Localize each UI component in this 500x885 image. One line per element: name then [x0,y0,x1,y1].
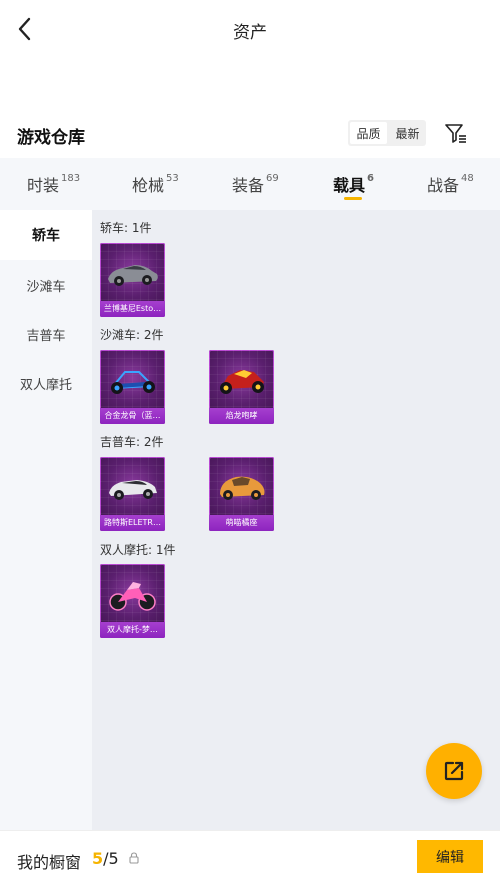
tab-supplies[interactable]: 战备 48 [427,158,474,210]
tab-label: 时装 [27,176,60,195]
sidebar-item-sedan[interactable]: 轿车 [0,210,92,260]
vehicle-list: 轿车: 1件 兰博基尼Esto… 沙滩车: 2件 合金龙骨（蓝… 焰龙咆哮 吉普… [92,210,500,830]
vehicle-type-sidebar: 轿车 沙滩车 吉普车 双人摩托 [0,210,92,830]
vehicle-name: 萌喵橘座 [209,515,274,531]
cat-car-image [220,476,265,500]
group-label-jeep: 吉普车: 2件 [100,435,164,449]
suv-image [109,480,157,500]
showcase-count-total: /5 [103,849,119,868]
buggy-image [111,371,156,394]
vehicle-card[interactable]: 焰龙咆哮 [209,350,274,424]
tab-count: 48 [461,172,474,184]
tab-firearms[interactable]: 枪械 53 [132,158,179,210]
vehicle-name: 路特斯ELETR… [100,515,165,531]
vehicle-card[interactable]: 萌喵橘座 [209,457,274,531]
group-label-sedan: 轿车: 1件 [100,221,152,235]
tab-count: 53 [166,172,179,184]
showcase-count-current: 5 [92,849,104,868]
share-icon [444,761,464,781]
tab-count: 6 [367,172,374,184]
buggy-image [220,370,264,394]
sidebar-item-two-seat-motorcycle[interactable]: 双人摩托 [0,358,92,408]
tab-label: 战备 [427,176,460,195]
vehicle-name: 兰博基尼Esto… [100,301,165,317]
lock-icon [129,852,139,864]
category-tabs: 时装 183 枪械 53 装备 69 载具 6 战备 48 [0,158,500,210]
sort-quality-button[interactable]: 品质 [350,122,387,144]
tab-label: 载具 [333,176,366,195]
share-button[interactable] [426,743,482,799]
tab-label: 枪械 [132,176,165,195]
sports-car-image [108,265,158,286]
showcase-count: 5/5 [92,849,119,868]
vehicle-name: 焰龙咆哮 [209,408,274,424]
vehicle-card[interactable]: 兰博基尼Esto… [100,243,165,317]
active-tab-indicator [344,197,362,200]
vehicle-card[interactable]: 路特斯ELETR… [100,457,165,531]
tab-equipment[interactable]: 装备 69 [232,158,279,210]
sort-toggle: 品质 最新 [348,120,426,146]
edit-button[interactable]: 编辑 [417,840,483,873]
tab-label: 装备 [232,176,265,195]
vehicle-name: 双人摩托-梦… [100,622,165,638]
page-title: 资产 [233,23,267,43]
vehicle-card[interactable]: 合金龙骨（蓝… [100,350,165,424]
tab-vehicles[interactable]: 载具 6 [333,158,374,210]
sidebar-item-jeep[interactable]: 吉普车 [0,309,92,359]
app-header: 资产 [0,0,500,60]
tab-count: 183 [61,172,81,184]
sidebar-item-beach-buggy[interactable]: 沙滩车 [0,260,92,310]
sort-newest-button[interactable]: 最新 [389,120,426,146]
group-label-beach-buggy: 沙滩车: 2件 [100,328,164,342]
tab-count: 69 [266,172,279,184]
group-label-two-seat-motorcycle: 双人摩托: 1件 [100,543,176,557]
showcase-label: 我的橱窗 [17,853,82,872]
showcase-bar: 我的橱窗 5/5 编辑 [0,830,500,885]
vehicle-name: 合金龙骨（蓝… [100,408,165,424]
warehouse-title: 游戏仓库 [17,128,85,148]
filter-icon [445,124,466,143]
filter-button[interactable] [443,120,469,146]
vehicle-card[interactable]: 双人摩托-梦… [100,564,165,638]
motorcycle-image [109,582,156,611]
tab-fashion[interactable]: 时装 183 [27,158,80,210]
